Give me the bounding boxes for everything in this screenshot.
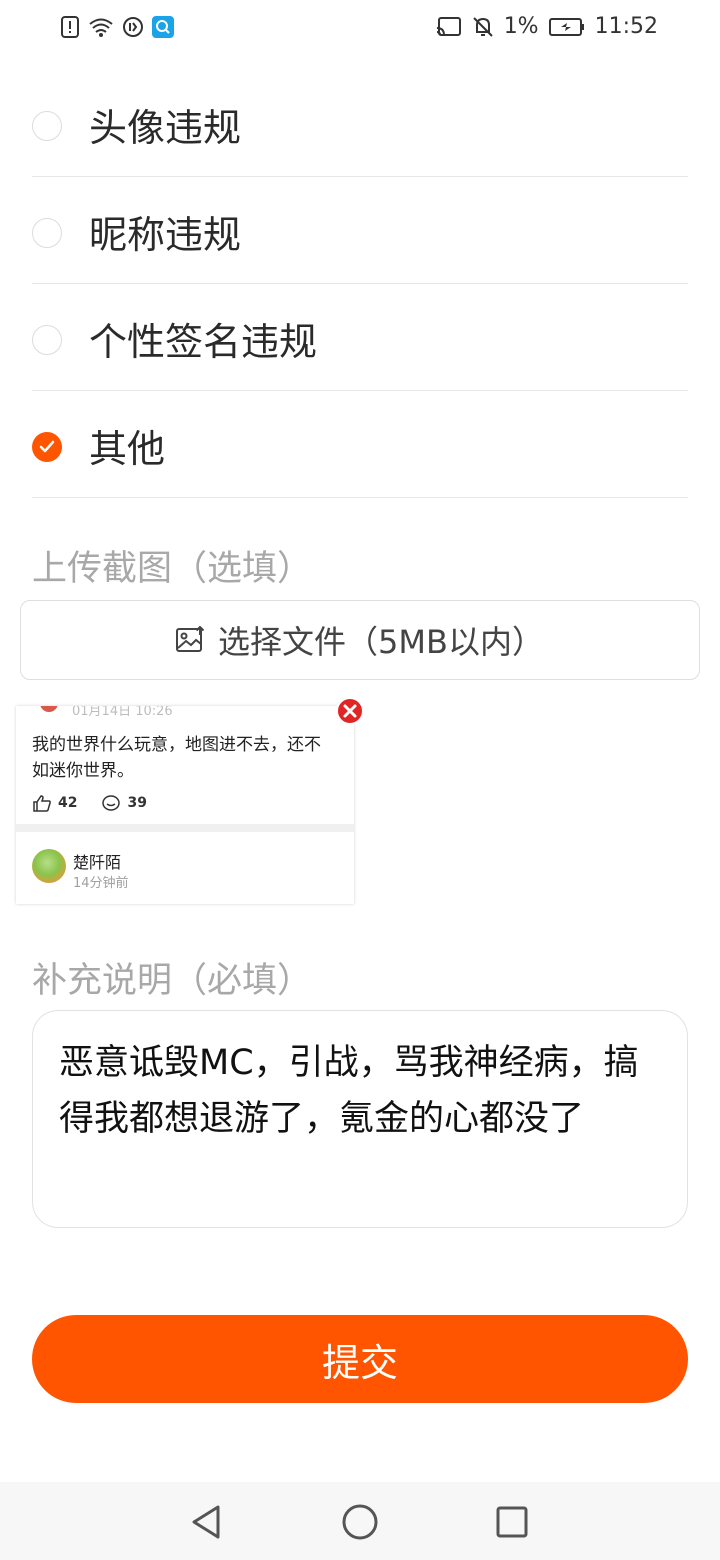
recents-square-icon — [496, 1506, 528, 1538]
system-nav-bar — [0, 1482, 720, 1560]
home-button[interactable] — [340, 1502, 380, 1542]
search-app-icon — [152, 16, 174, 38]
battery-icon — [548, 16, 585, 38]
radio-button-checked[interactable] — [32, 432, 62, 462]
likes-count: 42 — [58, 795, 78, 811]
home-circle-icon — [342, 1504, 378, 1540]
status-right: 1% 11:52 — [436, 14, 658, 39]
wifi-icon — [88, 16, 114, 38]
time-ago: 14分钟前 — [73, 876, 129, 891]
back-button[interactable] — [186, 1502, 226, 1542]
likes-stat: 42 — [32, 794, 77, 812]
checkmark-icon — [39, 440, 55, 453]
reason-label: 其他 — [89, 427, 166, 471]
reason-option-avatar[interactable]: 头像违规 — [32, 70, 688, 177]
comments-count: 39 — [127, 795, 147, 811]
data-saver-icon — [122, 16, 144, 38]
upload-section-title: 上传截图（选填） — [32, 549, 313, 589]
divider — [16, 824, 354, 832]
avatar — [32, 849, 66, 883]
close-icon — [343, 704, 357, 718]
remove-image-button[interactable] — [336, 697, 364, 725]
cast-icon — [436, 16, 462, 38]
back-triangle-icon — [192, 1505, 220, 1539]
reason-option-other[interactable]: 其他 — [32, 391, 688, 498]
status-left-icons — [60, 16, 174, 38]
reason-label: 个性签名违规 — [89, 320, 318, 364]
post-date: 01月14日 10:26 — [72, 706, 173, 719]
report-screen: 1% 11:52 头像违规 昵称违规 个性签名违规 其他 上传截图（选填） 选择… — [0, 0, 720, 1560]
uploaded-screenshot-thumbnail[interactable]: 01月14日 10:26 我的世界什么玩意，地图进不去，还不如迷你世界。 42 … — [16, 706, 354, 904]
reason-label: 头像违规 — [89, 106, 242, 150]
radio-button[interactable] — [32, 325, 62, 355]
description-textarea[interactable]: 恶意诋毁MC，引战，骂我神经病，搞得我都想退游了，氪金的心都没了 — [32, 1010, 688, 1228]
battery-percent: 1% — [503, 14, 539, 39]
thumbs-up-icon — [33, 795, 51, 812]
username: 楚阡陌 — [73, 853, 122, 872]
reason-list: 头像违规 昵称违规 个性签名违规 其他 — [32, 70, 688, 498]
recents-button[interactable] — [492, 1502, 532, 1542]
reason-label: 昵称违规 — [89, 213, 242, 257]
mute-icon — [472, 16, 494, 38]
status-bar: 1% 11:52 — [0, 0, 720, 58]
post-avatar — [40, 706, 58, 712]
radio-button[interactable] — [32, 218, 62, 248]
image-upload-icon — [176, 626, 205, 652]
submit-button[interactable]: 提交 — [32, 1315, 688, 1403]
description-section-title: 补充说明（必填） — [32, 961, 313, 1001]
reason-option-nickname[interactable]: 昵称违规 — [32, 177, 688, 284]
radio-button[interactable] — [32, 111, 62, 141]
post-text: 我的世界什么玩意，地图进不去，还不如迷你世界。 — [32, 735, 321, 781]
reason-option-signature[interactable]: 个性签名违规 — [32, 284, 688, 391]
comments-stat: 39 — [101, 794, 147, 812]
choose-file-label: 选择文件（5MB以内） — [218, 623, 544, 661]
post-stats: 42 39 — [32, 794, 147, 812]
choose-file-button[interactable]: 选择文件（5MB以内） — [20, 600, 700, 680]
comment-icon — [102, 795, 121, 811]
clock: 11:52 — [594, 14, 658, 39]
alert-icon — [60, 16, 80, 38]
